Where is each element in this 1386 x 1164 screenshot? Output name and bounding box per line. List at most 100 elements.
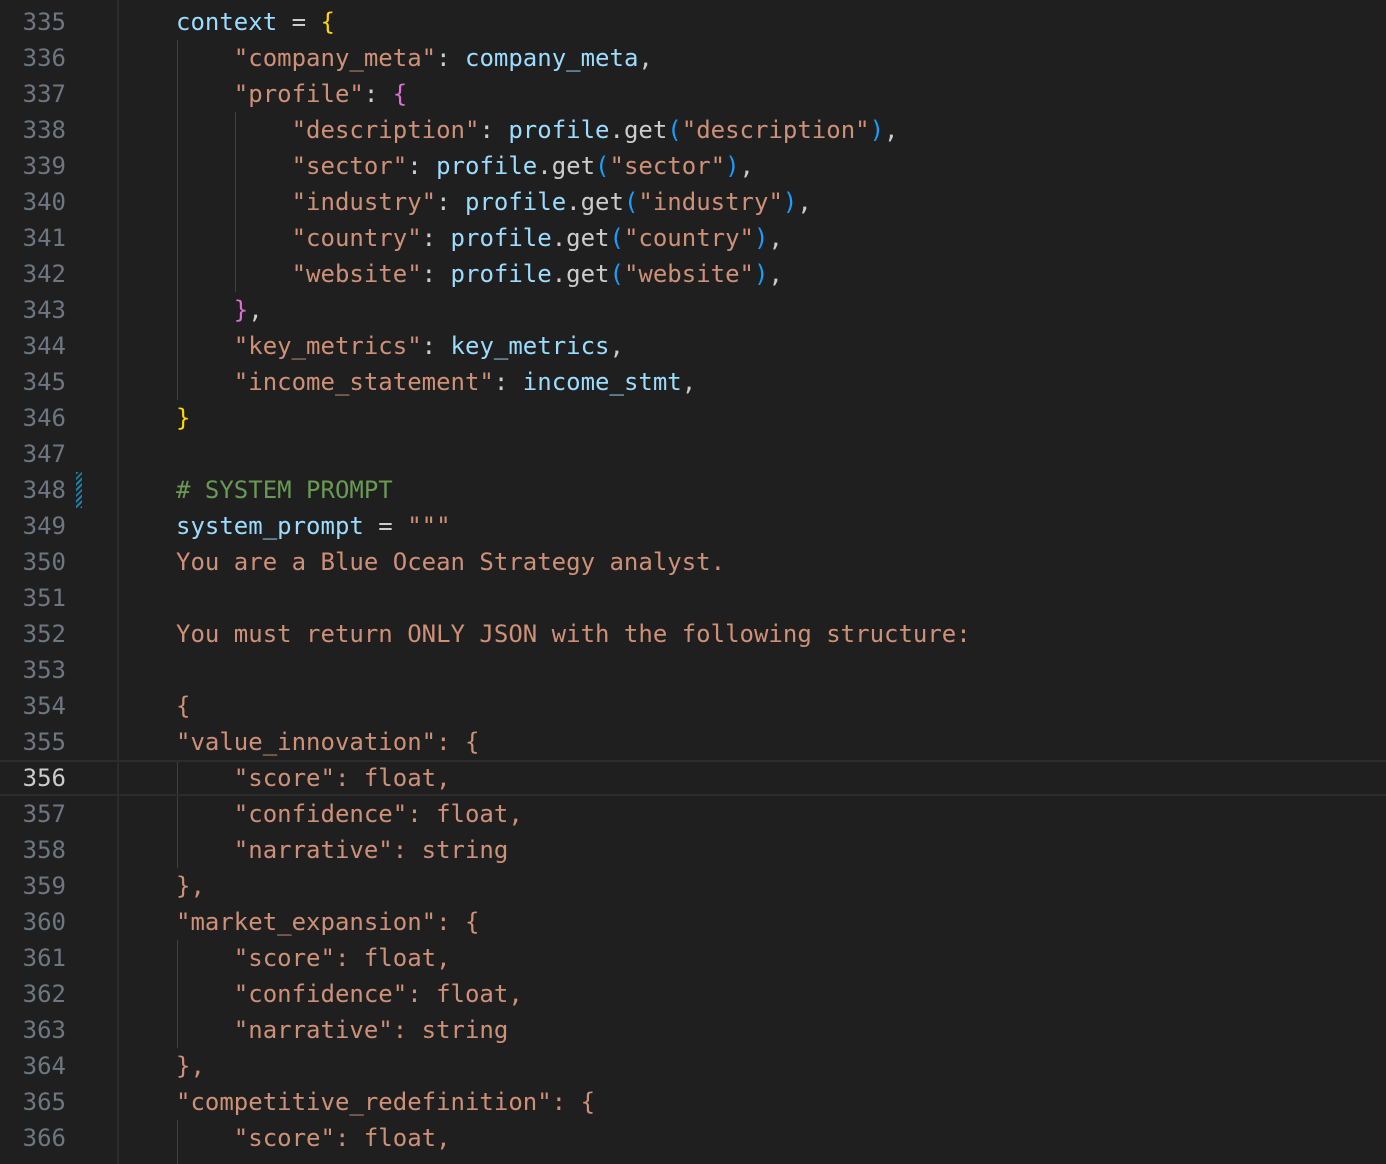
code-token: : (493, 368, 523, 396)
code-token: "confidence": float, (176, 980, 523, 1008)
code-token: "key_metrics" (233, 332, 422, 360)
line-code: "sector": profile.get("sector"), (176, 148, 754, 184)
code-token: """ (407, 512, 451, 540)
code-token: { (320, 8, 335, 36)
code-line[interactable]: 342 "website": profile.get("website"), (0, 256, 1386, 292)
code-line[interactable]: 365 "competitive_redefinition": { (0, 1084, 1386, 1120)
line-number: 336 (22, 44, 66, 72)
code-token: : (421, 332, 451, 360)
code-line[interactable]: 356 "score": float, (0, 760, 1386, 796)
code-line[interactable]: 338 "description": profile.get("descript… (0, 112, 1386, 148)
code-line[interactable]: 354 { (0, 688, 1386, 724)
code-token: "profile" (233, 80, 364, 108)
code-line[interactable]: 340 "industry": profile.get("industry"), (0, 184, 1386, 220)
code-token: , (638, 44, 653, 72)
code-line[interactable]: 359}, (0, 868, 1386, 904)
code-line[interactable]: 337 "profile": { (0, 76, 1386, 112)
code-token: "industry" (638, 188, 783, 216)
code-token: "industry" (291, 188, 437, 216)
code-line[interactable]: 348 # SYSTEM PROMPT (0, 472, 1386, 508)
code-line[interactable]: 346} (0, 400, 1386, 436)
code-token: "website" (623, 260, 754, 288)
code-token: "score": float, (176, 944, 451, 972)
code-token: = (363, 512, 408, 540)
code-line[interactable]: 360 "market_expansion": { (0, 904, 1386, 940)
line-code: "income_statement": income_stmt, (176, 364, 696, 400)
line-code: You must return ONLY JSON with the follo… (176, 616, 971, 652)
line-number: 348 (22, 476, 66, 504)
code-token: , (768, 260, 783, 288)
code-line[interactable]: 358 "narrative": string (0, 832, 1386, 868)
code-line[interactable]: 364}, (0, 1048, 1386, 1084)
line-number: 356 (22, 764, 66, 792)
code-token: ( (623, 188, 639, 216)
line-number: 338 (22, 116, 66, 144)
code-token: : (436, 188, 465, 216)
code-line[interactable]: 351 (0, 580, 1386, 616)
code-line[interactable]: 352 You must return ONLY JSON with the fo… (0, 616, 1386, 652)
code-token: .get (609, 116, 668, 144)
code-token: ) (869, 116, 885, 144)
line-code: }, (176, 292, 263, 328)
code-token: system_prompt (176, 512, 364, 540)
code-line[interactable]: 339 "sector": profile.get("sector"), (0, 148, 1386, 184)
code-token: "sector" (609, 152, 726, 180)
code-token: : (407, 152, 437, 180)
line-code: "score": float, (176, 940, 451, 976)
line-number: 345 (22, 368, 66, 396)
line-number: 363 (22, 1016, 66, 1044)
code-line[interactable]: 362 "confidence": float, (0, 976, 1386, 1012)
code-token: profile (436, 152, 538, 180)
code-editor[interactable]: 335 context = {336 "company_meta": compan… (0, 0, 1386, 1164)
code-line[interactable]: 343 }, (0, 292, 1386, 328)
code-token: profile (508, 116, 610, 144)
line-number: 355 (22, 728, 66, 756)
code-line[interactable]: 349 system_prompt = """ (0, 508, 1386, 544)
line-number: 362 (22, 980, 66, 1008)
code-line[interactable]: 353 (0, 652, 1386, 688)
code-token: "sector" (291, 152, 408, 180)
line-code: "industry": profile.get("industry"), (176, 184, 812, 220)
code-token: ( (609, 224, 624, 252)
code-token: "country" (291, 224, 422, 252)
code-token: "website" (291, 260, 422, 288)
code-token: You must return ONLY JSON with the follo… (176, 620, 971, 648)
code-line[interactable]: 366 "score": float, (0, 1120, 1386, 1156)
line-code: You are a Blue Ocean Strategy analyst. (176, 544, 725, 580)
line-number: 361 (22, 944, 66, 972)
code-token: , (768, 224, 783, 252)
line-number: 353 (22, 656, 66, 684)
code-token: ( (595, 152, 610, 180)
code-token: , (797, 188, 812, 216)
code-line[interactable]: 344 "key_metrics": key_metrics, (0, 328, 1386, 364)
code-token: "income_statement" (233, 368, 494, 396)
line-number: 365 (22, 1088, 66, 1116)
code-line[interactable]: 345 "income_statement": income_stmt, (0, 364, 1386, 400)
code-line[interactable]: 335 context = { (0, 4, 1386, 40)
line-code: "company_meta": company_meta, (176, 40, 653, 76)
line-number: 350 (22, 548, 66, 576)
code-line[interactable]: 350 You are a Blue Ocean Strategy analyst… (0, 544, 1386, 580)
line-code: { (176, 688, 190, 724)
code-line[interactable]: 357 "confidence": float, (0, 796, 1386, 832)
code-line[interactable]: 347 (0, 436, 1386, 472)
code-line[interactable]: 341 "country": profile.get("country"), (0, 220, 1386, 256)
line-code: } (176, 400, 190, 436)
code-line[interactable]: 363 "narrative": string (0, 1012, 1386, 1048)
code-token: "description" (291, 116, 480, 144)
code-line[interactable]: 336 "company_meta": company_meta, (0, 40, 1386, 76)
line-number: 359 (22, 872, 66, 900)
code-line[interactable]: 361 "score": float, (0, 940, 1386, 976)
code-token: "confidence": float, (176, 800, 523, 828)
code-token: .get (551, 224, 610, 252)
line-code: "score": float, (176, 760, 451, 796)
code-token: : (479, 116, 509, 144)
code-token: ) (782, 188, 798, 216)
code-line[interactable]: 355 "value_innovation": { (0, 724, 1386, 760)
code-token: .get (537, 152, 596, 180)
line-number: 360 (22, 908, 66, 936)
